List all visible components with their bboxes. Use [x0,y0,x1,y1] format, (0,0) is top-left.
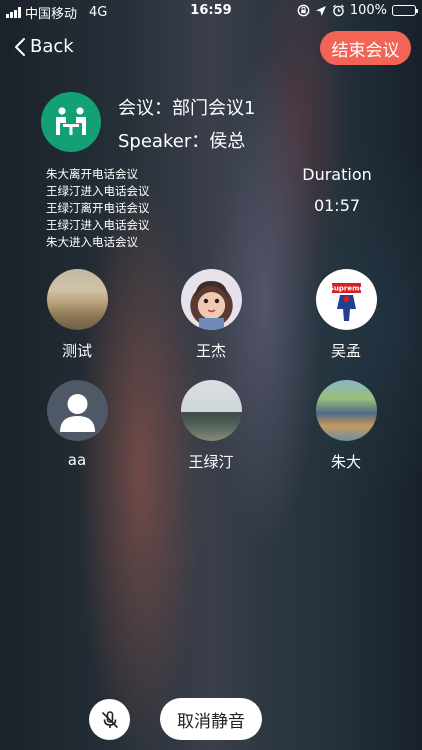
supreme-avatar: Supreme [315,269,377,330]
participant-name: 朱大 [330,453,361,471]
photo-avatar [46,269,108,330]
battery-icon [392,5,418,16]
participant-name: 王绿汀 [188,453,234,471]
event-item: 朱大离开电话会议 [46,167,138,181]
meeting-title: 会议：部门会议1 [118,98,256,119]
end-meeting-button[interactable]: 结束会议 [320,31,411,65]
event-item: 王绿汀离开电话会议 [46,201,150,215]
event-item: 王绿汀进入电话会议 [46,184,150,198]
game-avatar [315,380,377,441]
back-label: Back [30,36,74,57]
participant[interactable]: aa [17,380,137,469]
chevron-left-icon [15,37,25,56]
default-person-avatar [46,380,108,441]
unmute-button[interactable]: 取消静音 [160,698,262,740]
event-item: 王绿汀进入电话会议 [46,218,150,232]
participant[interactable]: Supreme 吴孟 [286,269,406,361]
anime-avatar [180,269,242,330]
meeting-speaker: Speaker：侯总 [118,131,246,152]
landscape-avatar [180,380,242,441]
mic-muted-icon [101,710,118,728]
participant-name: 吴孟 [330,342,361,360]
participant[interactable]: 王绿汀 [151,380,271,472]
participant-name: 测试 [61,342,92,360]
event-log: 朱大离开电话会议 王绿汀进入电话会议 王绿汀离开电话会议 王绿汀进入电话会议 朱… [46,166,150,251]
alarm-icon [332,4,344,17]
meeting-icon [41,92,101,152]
rotation-lock-icon [297,4,310,17]
participant[interactable]: 测试 [17,269,137,361]
back-button[interactable]: Back [14,36,74,57]
participant[interactable]: 朱大 [286,380,406,472]
participant[interactable]: 王杰 [151,269,271,361]
duration-label: Duration [302,165,372,184]
participant-name: 王杰 [195,342,226,360]
svg-text:Supreme: Supreme [328,285,364,293]
event-item: 朱大进入电话会议 [46,235,138,249]
duration-value: 01:57 [313,196,361,215]
mute-toggle-button[interactable] [89,699,130,740]
location-icon [315,5,326,16]
conference-table-icon [56,107,86,135]
status-bar: 中国移动 4G 16:59 100% [0,0,422,22]
battery-percent: 100% [349,3,387,18]
participant-name: aa [67,451,87,469]
